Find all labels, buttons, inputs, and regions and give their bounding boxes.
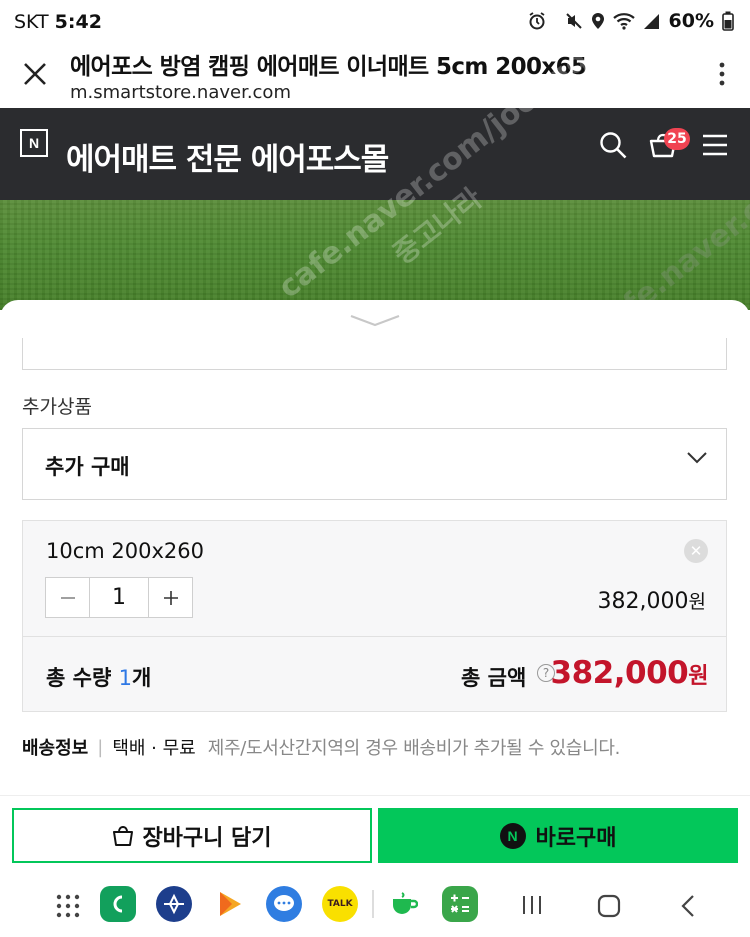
option-name: 10cm 200x260 — [46, 539, 204, 563]
naver-cafe-icon[interactable] — [386, 886, 422, 922]
increase-quantity-button[interactable] — [149, 578, 192, 617]
decrease-quantity-button[interactable] — [46, 578, 89, 617]
phone-icon[interactable] — [100, 886, 136, 922]
sheet-collapse-handle-icon[interactable] — [349, 313, 401, 327]
browser-title-bar: 에어포스 방염 캠핑 에어매트 이너매트 5cm 200x65 m.smarts… — [0, 44, 750, 108]
messages-icon[interactable] — [266, 886, 302, 922]
store-name[interactable]: 에어매트 전문 에어포스몰 — [66, 134, 389, 179]
back-icon[interactable] — [680, 894, 696, 918]
shipping-note: 제주/도서산간지역의 경우 배송비가 추가될 수 있습니다. — [207, 738, 621, 759]
buy-now-label: 바로구매 — [535, 825, 617, 851]
total-amount-unit: 원 — [688, 664, 708, 689]
add-to-cart-label: 장바구니 담기 — [142, 825, 272, 851]
android-navigation-bar: TALK — [0, 872, 750, 937]
nav-divider — [372, 890, 374, 918]
phone-handset-icon — [113, 895, 123, 913]
naver-pay-icon: N — [499, 822, 526, 849]
minus-icon — [60, 596, 75, 599]
total-quantity-count: 1 — [118, 666, 132, 690]
menu-icon[interactable] — [701, 133, 729, 157]
total-quantity: 총 수량 1개 — [46, 662, 151, 692]
shipping-divider: | — [97, 736, 104, 758]
clock: 5:42 — [54, 11, 102, 33]
shipping-method: 택배 · 무료 — [112, 738, 196, 759]
purchase-action-bar: 장바구니 담기 N 바로구매 — [0, 795, 750, 872]
total-amount-label: 총 금액 — [461, 666, 527, 690]
emblem-icon — [164, 893, 184, 915]
calc-symbols-icon — [451, 894, 469, 913]
option-price-value: 382,000 — [597, 589, 689, 614]
option-price: 382,000원 — [598, 587, 706, 614]
wifi-icon — [612, 13, 635, 30]
total-amount: 382,000원 — [550, 655, 709, 691]
carrier-label: SKT — [14, 11, 49, 33]
option-price-unit: 원 — [688, 591, 706, 613]
page-url: m.smartstore.naver.com — [70, 82, 291, 103]
naver-logo[interactable]: N — [20, 129, 48, 157]
shipping-info: 배송정보 | 택배 · 무료 제주/도서산간지역의 경우 배송비가 추가될 수 … — [22, 734, 620, 760]
recent-apps-icon[interactable] — [520, 894, 544, 916]
addon-section-label: 추가상품 — [22, 396, 92, 418]
total-amount-value: 382,000 — [550, 655, 689, 691]
remove-option-icon[interactable]: ✕ — [684, 539, 708, 563]
total-quantity-label: 총 수량 — [46, 666, 112, 690]
close-icon[interactable] — [22, 61, 48, 87]
search-icon[interactable] — [598, 130, 628, 160]
cup-icon — [393, 892, 418, 914]
military-app-icon[interactable] — [156, 886, 192, 922]
cart-count-badge: 25 — [664, 128, 690, 150]
chat-bubble-icon — [274, 895, 294, 911]
more-options-icon[interactable] — [716, 60, 728, 88]
play-store-icon[interactable] — [212, 886, 248, 922]
status-left: SKT 5:42 — [14, 11, 102, 33]
chevron-down-icon — [687, 452, 707, 464]
shipping-label: 배송정보 — [22, 738, 89, 759]
card-divider — [23, 636, 726, 637]
kakaotalk-label: TALK — [327, 899, 353, 909]
home-icon[interactable] — [597, 894, 621, 918]
status-right: 60% — [565, 10, 734, 32]
buy-now-button[interactable]: N 바로구매 — [378, 808, 738, 863]
status-bar: SKT 5:42 60% — [0, 0, 750, 44]
total-quantity-unit: 개 — [131, 666, 152, 690]
quantity-value[interactable]: 1 — [89, 578, 149, 617]
page-title: 에어포스 방염 캠핑 에어매트 이너매트 5cm 200x65 — [70, 54, 587, 80]
mute-icon — [565, 13, 582, 29]
play-triangle-icon — [220, 892, 241, 916]
plus-icon — [163, 590, 178, 605]
addon-select-dropdown[interactable]: 추가 구매 — [22, 428, 727, 500]
signal-icon — [643, 14, 659, 29]
battery-percent: 60% — [668, 10, 714, 32]
addon-select-value: 추가 구매 — [45, 455, 130, 479]
selected-option-card: 10cm 200x260 ✕ 1 382,000원 총 수량 1개 총 금액 ?… — [22, 520, 727, 712]
apps-grid-icon[interactable] — [56, 894, 80, 918]
location-icon — [591, 13, 604, 29]
shopping-bag-icon — [113, 825, 134, 846]
kakaotalk-icon[interactable]: TALK — [322, 886, 358, 922]
add-to-cart-button[interactable]: 장바구니 담기 — [12, 808, 372, 863]
option-bottom-sheet: 추가상품 추가 구매 10cm 200x260 ✕ 1 382,000원 총 수… — [0, 300, 750, 805]
alarm-icon — [529, 12, 545, 30]
battery-icon — [722, 11, 734, 31]
product-image-banner — [0, 200, 750, 310]
previous-option-field[interactable] — [22, 338, 727, 370]
quantity-stepper: 1 — [45, 577, 193, 618]
calculator-icon[interactable] — [442, 886, 478, 922]
store-header: N 에어매트 전문 에어포스몰 — [0, 108, 750, 200]
